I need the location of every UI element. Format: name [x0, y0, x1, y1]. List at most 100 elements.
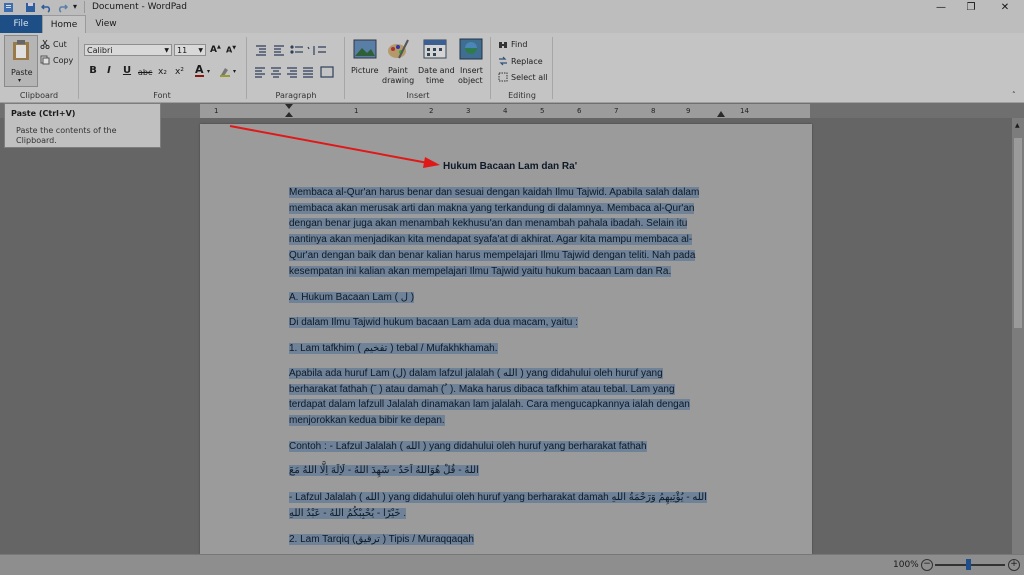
insert-group-label: Insert [406, 91, 430, 100]
paragraph-intro[interactable]: Membaca al-Qur'an harus benar dan sesuai… [289, 185, 700, 279]
ribbon-tab-strip [0, 15, 1024, 33]
list-item-2[interactable]: 2. Lam Tarqiq (ترقيق ) Tipis / Muraqqaqa… [289, 532, 474, 548]
zoom-in-button[interactable]: + [1008, 559, 1020, 571]
ruler-number: 6 [577, 107, 582, 115]
tab-view[interactable]: View [86, 15, 126, 33]
paste-button[interactable]: Paste ▾ [4, 35, 38, 87]
text-line: Apabila ada huruf Lam (ل) dalam lafzul j… [289, 368, 663, 379]
date-time-label-2[interactable]: time [426, 76, 444, 85]
picture-button[interactable]: Picture [351, 66, 379, 75]
insert-object-icon [459, 38, 483, 60]
clipboard-icon [13, 40, 29, 60]
text-line: Membaca al-Qur'an harus benar dan sesuai… [289, 187, 700, 198]
paint-drawing-label-2[interactable]: drawing [382, 76, 414, 85]
intro-line-text: Di dalam Ilmu Tajwid hukum bacaan Lam ad… [289, 317, 578, 328]
find-button[interactable]: Find [511, 40, 527, 49]
copy-button[interactable]: Copy [53, 56, 73, 65]
annotation-arrow [229, 125, 440, 168]
minimize-button[interactable]: — [926, 0, 956, 15]
paragraph-group-label: Paragraph [275, 91, 317, 100]
example-damah-text: - Lafzul Jalalah ( الله ) yang didahului… [289, 492, 707, 503]
save-icon[interactable] [25, 2, 36, 13]
paint-drawing-label-1[interactable]: Paint [388, 66, 408, 75]
underline-button[interactable]: U [120, 65, 134, 76]
ruler-number: 14 [740, 107, 749, 115]
font-size-select[interactable]: 11 ▼ [174, 44, 206, 56]
scrollbar-thumb[interactable] [1014, 138, 1022, 328]
date-time-label-1[interactable]: Date and [418, 66, 455, 75]
font-size-value: 11 [177, 46, 188, 55]
wordpad-app-icon [4, 3, 13, 12]
paragraph-align-tools[interactable] [254, 66, 340, 78]
group-divider [78, 37, 79, 99]
paragraph-lam-tafkhim[interactable]: Apabila ada huruf Lam (ل) dalam lafzul j… [289, 366, 690, 429]
undo-icon[interactable] [41, 2, 52, 13]
paste-tooltip: Paste (Ctrl+V) Paste the contents of the… [4, 103, 161, 148]
ruler-number: 9 [686, 107, 691, 115]
indent-marker-icon[interactable] [284, 104, 294, 118]
example-damah-line[interactable]: - Lafzul Jalalah ( الله ) yang didahului… [289, 490, 707, 506]
redo-icon[interactable] [57, 2, 68, 13]
group-divider [344, 37, 345, 99]
ruler-number: 7 [614, 107, 619, 115]
status-bar: 100% − + [0, 554, 1024, 575]
heading-a[interactable]: A. Hukum Bacaan Lam ( ل ) [289, 290, 415, 306]
text-line: kesempatan ini kalian akan mempelajari I… [289, 265, 672, 277]
font-family-select[interactable]: Calibri ▼ [84, 44, 172, 56]
italic-button[interactable]: I [102, 65, 116, 76]
vertical-scrollbar[interactable]: ▲ [1012, 118, 1024, 554]
tab-home[interactable]: Home [42, 15, 86, 33]
font-color-button[interactable]: A [195, 64, 204, 77]
text-line: Qur'an dengan baik dan benar kalian haru… [289, 249, 696, 261]
clipboard-group-label: Clipboard [19, 91, 59, 100]
list-item-1[interactable]: 1. Lam tafkhim ( تفخيم ) tebal / Mufakhk… [289, 341, 498, 357]
highlight-icon[interactable] [219, 65, 231, 77]
superscript-button[interactable]: x² [175, 67, 184, 77]
find-icon [499, 42, 507, 48]
shrink-font-icon[interactable]: A▼ [226, 45, 236, 55]
text-line: dengan benar juga akan menambah kekhusu'… [289, 218, 688, 230]
list-item-1-text: 1. Lam tafkhim ( تفخيم ) tebal / Mufakhk… [289, 343, 498, 354]
scroll-up-icon[interactable]: ▲ [1015, 122, 1020, 129]
select-all-button[interactable]: Select all [511, 73, 548, 82]
collapse-ribbon-icon[interactable]: ˄ [1012, 91, 1016, 99]
replace-button[interactable]: Replace [511, 57, 543, 66]
text-line: nantinya akan menjadikan kita mendapat s… [289, 234, 693, 246]
close-button[interactable]: ✕ [990, 0, 1020, 15]
zoom-out-button[interactable]: − [921, 559, 933, 571]
heading-a-text: A. Hukum Bacaan Lam ( ل ) [289, 292, 415, 303]
paste-dropdown-icon[interactable]: ▾ [18, 77, 21, 84]
text-line: terdapat dalam lafzull Jalalah dinamakan… [289, 399, 690, 411]
ruler[interactable]: 1 1 2 3 4 5 6 7 8 9 14 [200, 104, 810, 118]
intro-line[interactable]: Di dalam Ilmu Tajwid hukum bacaan Lam ad… [289, 315, 578, 331]
document-title[interactable]: Hukum Bacaan Lam dan Ra' [443, 161, 577, 172]
arabic-example-2[interactable]: خَيْرًا - يُحْبِبْكُمُ اللهُ - عَبْدُ ال… [289, 506, 407, 522]
arabic-example-2-text: خَيْرًا - يُحْبِبْكُمُ اللهُ - عَبْدُ ال… [289, 508, 407, 519]
example-line[interactable]: Contoh : - Lafzul Jalalah ( الله ) yang … [289, 439, 647, 455]
right-indent-marker-icon[interactable] [716, 110, 726, 118]
customize-toolbar-icon[interactable]: ▾ [73, 2, 77, 11]
editing-group-label: Editing [508, 91, 536, 100]
chevron-down-icon[interactable]: ▾ [233, 68, 236, 75]
font-group-label: Font [153, 91, 171, 100]
strikethrough-button[interactable]: abc [138, 68, 152, 77]
bold-button[interactable]: B [86, 65, 100, 76]
chevron-down-icon[interactable]: ▾ [207, 68, 210, 75]
ruler-number: 4 [503, 107, 508, 115]
tab-file[interactable]: File [0, 15, 42, 33]
restore-button[interactable]: ❐ [956, 0, 986, 15]
chevron-down-icon: ▼ [164, 47, 169, 54]
grow-font-icon[interactable]: A▲ [210, 44, 221, 55]
select-all-icon [498, 72, 508, 82]
paragraph-list-tools[interactable] [254, 44, 350, 56]
paste-label: Paste [11, 68, 33, 77]
zoom-slider-thumb[interactable] [966, 559, 971, 570]
insert-object-label-2[interactable]: object [458, 76, 483, 85]
subscript-button[interactable]: x₂ [158, 67, 167, 77]
insert-object-label-1[interactable]: Insert [460, 66, 483, 75]
cut-button[interactable]: Cut [53, 40, 67, 49]
cut-icon [40, 39, 50, 49]
text-line: menjorokkan kedua bibir ke depan. [289, 415, 445, 427]
group-divider [490, 37, 491, 99]
arabic-example-1[interactable]: اللهُ - قُلْ هُوَاللهُ اَحَدٌ - شَهِدَ ا… [289, 463, 479, 479]
